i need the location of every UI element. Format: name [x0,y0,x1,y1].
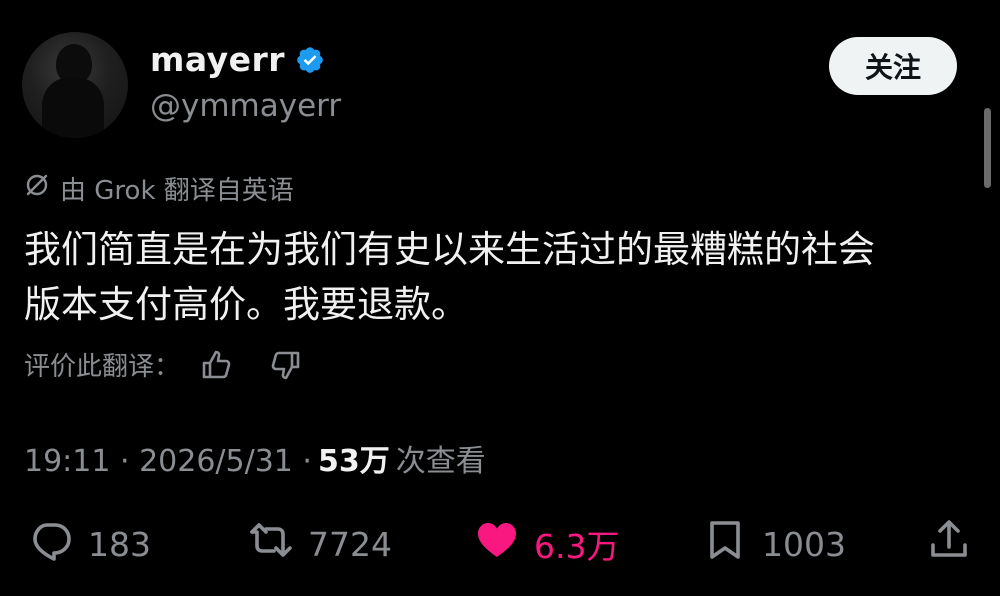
views-count: 53万 [317,444,390,479]
bookmark-count: 1003 [762,524,846,564]
tweet-page: mayerr @ymmayerr 关注 由 Grok 翻译自英语 我们简直是在为… [0,0,1000,596]
share-button[interactable] [926,514,972,574]
rate-translation-label: 评价此翻译： [24,352,181,382]
thumbs-up-icon[interactable] [198,347,234,383]
reply-button[interactable]: 183 [28,514,151,574]
reply-icon [28,517,74,571]
tweet-meta: 19:11 · 2026/5/31 · 53万 次查看 [24,436,486,480]
bookmark-button[interactable]: 1003 [702,514,846,574]
avatar[interactable] [22,32,128,138]
verified-badge-icon [295,45,325,75]
tweet-timestamp[interactable]: 19:11 · 2026/5/31 · [24,444,312,479]
repost-button[interactable]: 7724 [248,514,392,574]
tweet-text-line-1: 我们简直是在为我们有史以来生活过的最糟糕的社会 [24,228,875,271]
user-handle[interactable]: @ymmayerr [150,88,341,124]
like-count: 6.3万 [534,527,620,566]
avatar-body-shape [42,78,104,138]
action-bar: 183 7724 6.3万 1003 [22,514,978,574]
heart-icon [474,517,520,571]
share-icon [926,517,972,571]
display-name[interactable]: mayerr [150,40,285,79]
repost-icon [248,517,294,571]
translation-notice: 由 Grok 翻译自英语 [24,170,294,207]
translation-notice-text: 由 Grok 翻译自英语 [60,176,294,206]
name-row: mayerr [150,40,325,79]
translate-icon [24,172,50,205]
rate-translation-row: 评价此翻译： [24,346,304,383]
bookmark-icon [702,517,748,571]
repost-count: 7724 [308,524,392,564]
views-label: 次查看 [395,444,486,479]
follow-button[interactable]: 关注 [829,37,957,95]
reply-count: 183 [88,524,151,564]
tweet-text: 我们简直是在为我们有史以来生活过的最糟糕的社会 版本支付高价。我要退款。 [24,222,974,332]
tweet-text-line-2: 版本支付高价。我要退款。 [24,283,468,326]
thumbs-down-icon[interactable] [268,347,304,383]
like-button[interactable]: 6.3万 [474,514,619,574]
scrollbar-thumb[interactable] [984,108,991,188]
